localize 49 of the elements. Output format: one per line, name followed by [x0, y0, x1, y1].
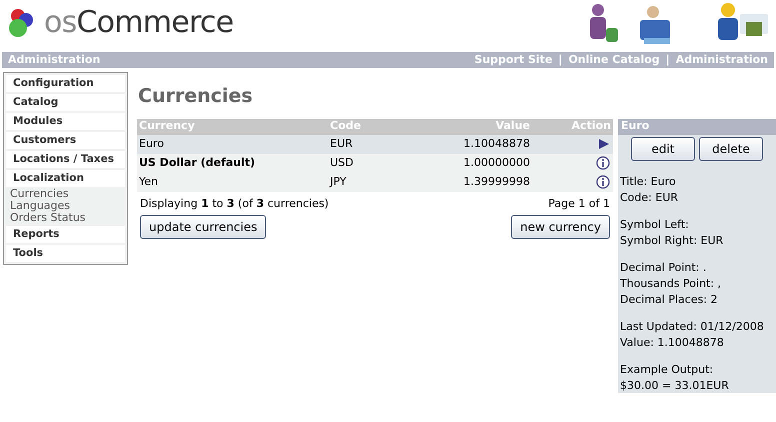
info-line: Decimal Places: 2	[620, 292, 719, 306]
link-separator: |	[558, 52, 562, 68]
new-currency-button[interactable]: new currency	[511, 215, 610, 239]
info-panel-title: Euro	[618, 118, 776, 134]
table-cell-text: JPY	[330, 174, 348, 190]
sidebar-link[interactable]: Languages	[6, 200, 125, 212]
table-cell-text: Yen	[139, 174, 159, 190]
sidebar-category[interactable]: Localization	[6, 170, 125, 187]
info-button[interactable]: edit	[631, 136, 695, 160]
logo-text: osCommerce	[44, 8, 234, 38]
table-cell-text: 1.10048878	[462, 136, 530, 152]
info-button[interactable]: delete	[699, 136, 763, 160]
table-row[interactable]: US Dollar (default) USD 1.00000000	[137, 154, 613, 172]
sidebar-category[interactable]: Customers	[6, 132, 125, 149]
admin-title: Administration	[8, 52, 100, 68]
info-line: Symbol Right: EUR	[620, 234, 724, 246]
info-icon[interactable]	[596, 156, 610, 170]
info-line: Thousands Point: ,	[620, 276, 722, 290]
info-line: Decimal Point: .	[620, 260, 708, 274]
sidebar-category[interactable]: Modules	[6, 113, 125, 130]
table-row[interactable]: Euro EUR 1.10048878	[137, 134, 613, 154]
link-separator: |	[666, 52, 670, 68]
sidebar-category[interactable]: Catalog	[6, 94, 125, 111]
table-cell-text: 1.00000000	[462, 154, 530, 171]
info-line: Symbol Left:	[620, 218, 690, 230]
sidebar-category[interactable]: Tools	[6, 245, 125, 262]
table-cell-text: Euro	[139, 136, 165, 152]
table-cell-text: USD	[330, 154, 355, 171]
table-cell-text: US Dollar (default)	[139, 154, 256, 171]
arrow-icon	[598, 138, 610, 150]
table-cell-text: EUR	[330, 136, 354, 152]
info-line: Title: Euro	[620, 174, 677, 188]
info-line: Last Updated: 01/12/2008	[620, 320, 765, 332]
info-line: Code: EUR	[620, 190, 680, 204]
info-icon[interactable]	[596, 175, 610, 189]
info-line: Example Output:	[620, 362, 714, 376]
sidebar-category[interactable]: Locations / Taxes	[6, 151, 125, 168]
sidebar-link[interactable]: Currencies	[6, 188, 125, 200]
pagination-summary: Displaying 1 to 3 (of 3 currencies)	[140, 196, 329, 212]
sidebar-category[interactable]: Configuration	[6, 75, 125, 92]
update-currencies-button[interactable]: update currencies	[140, 215, 266, 239]
sidebar-link[interactable]: Orders Status	[6, 212, 125, 224]
info-line: Value: 1.10048878	[620, 336, 725, 348]
table-row[interactable]: Yen JPY 1.39999998	[137, 172, 613, 192]
table-cell-text: 1.39999998	[462, 174, 530, 190]
page-indicator: Page 1 of 1	[548, 196, 610, 212]
sidebar-category[interactable]: Reports	[6, 226, 125, 243]
info-line: $30.00 = 33.01EUR	[620, 378, 730, 392]
page-title: Currencies	[138, 84, 254, 109]
